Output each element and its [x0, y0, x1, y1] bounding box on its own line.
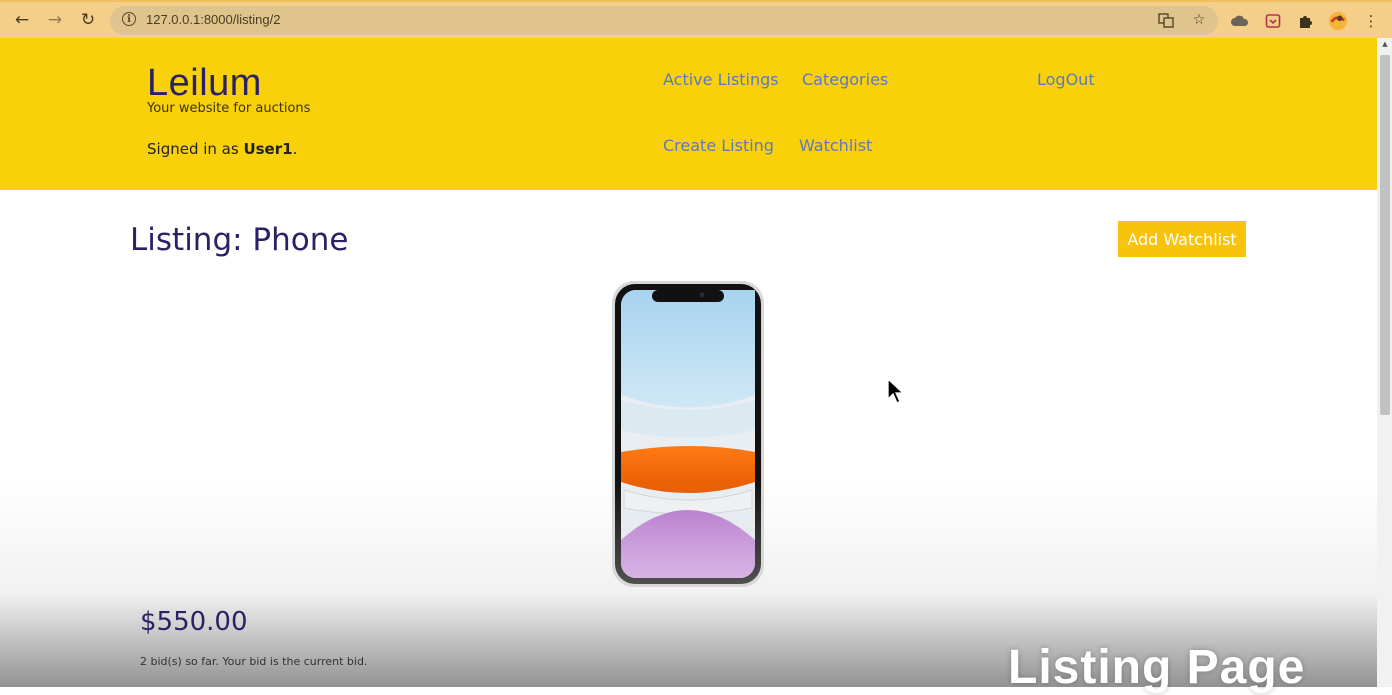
signed-in-username: User1 — [243, 140, 293, 158]
menu-dots-icon[interactable]: ⋮ — [1361, 11, 1381, 31]
listing-image — [612, 281, 764, 587]
forward-arrow-icon[interactable]: → — [43, 8, 67, 32]
address-bar[interactable]: i 127.0.0.1:8000/listing/2 ☆ — [110, 6, 1218, 35]
url-text[interactable]: 127.0.0.1:8000/listing/2 — [146, 12, 280, 27]
cloud-icon[interactable] — [1230, 11, 1250, 31]
reload-icon[interactable]: ↻ — [76, 8, 100, 32]
signed-in-status: Signed in as User1. — [147, 140, 297, 158]
nav-categories[interactable]: Categories — [802, 70, 888, 89]
info-icon[interactable]: i — [122, 12, 136, 26]
listing-price: $550.00 — [140, 607, 248, 637]
nav-create-listing[interactable]: Create Listing — [663, 136, 774, 155]
add-watchlist-button[interactable]: Add Watchlist — [1118, 221, 1246, 257]
signed-in-prefix: Signed in as — [147, 140, 244, 158]
back-arrow-icon[interactable]: ← — [10, 8, 34, 32]
translate-icon[interactable] — [1157, 11, 1175, 29]
scrollbar-thumb[interactable] — [1380, 55, 1390, 415]
profile-avatar-icon[interactable] — [1328, 11, 1348, 31]
puzzle-icon[interactable] — [1295, 11, 1315, 31]
nav-watchlist[interactable]: Watchlist — [799, 136, 872, 155]
scroll-up-arrow-icon[interactable]: ▲ — [1380, 40, 1390, 50]
browser-toolbar: ← → ↻ i 127.0.0.1:8000/listing/2 ☆ ⋮ — [0, 0, 1392, 38]
nav-logout[interactable]: LogOut — [1037, 70, 1095, 89]
signed-in-suffix: . — [292, 140, 298, 158]
page-title: Listing: Phone — [130, 222, 349, 258]
brand-logo[interactable]: Leilum — [147, 62, 262, 105]
site-header: Leilum Your website for auctions Signed … — [0, 38, 1377, 190]
mouse-cursor-icon — [887, 378, 905, 404]
brand-tagline: Your website for auctions — [147, 101, 311, 116]
nav-active-listings[interactable]: Active Listings — [663, 70, 779, 89]
bid-status-text: 2 bid(s) so far. Your bid is the current… — [140, 655, 368, 668]
pocket-icon[interactable] — [1263, 11, 1283, 31]
star-icon[interactable]: ☆ — [1190, 11, 1208, 29]
